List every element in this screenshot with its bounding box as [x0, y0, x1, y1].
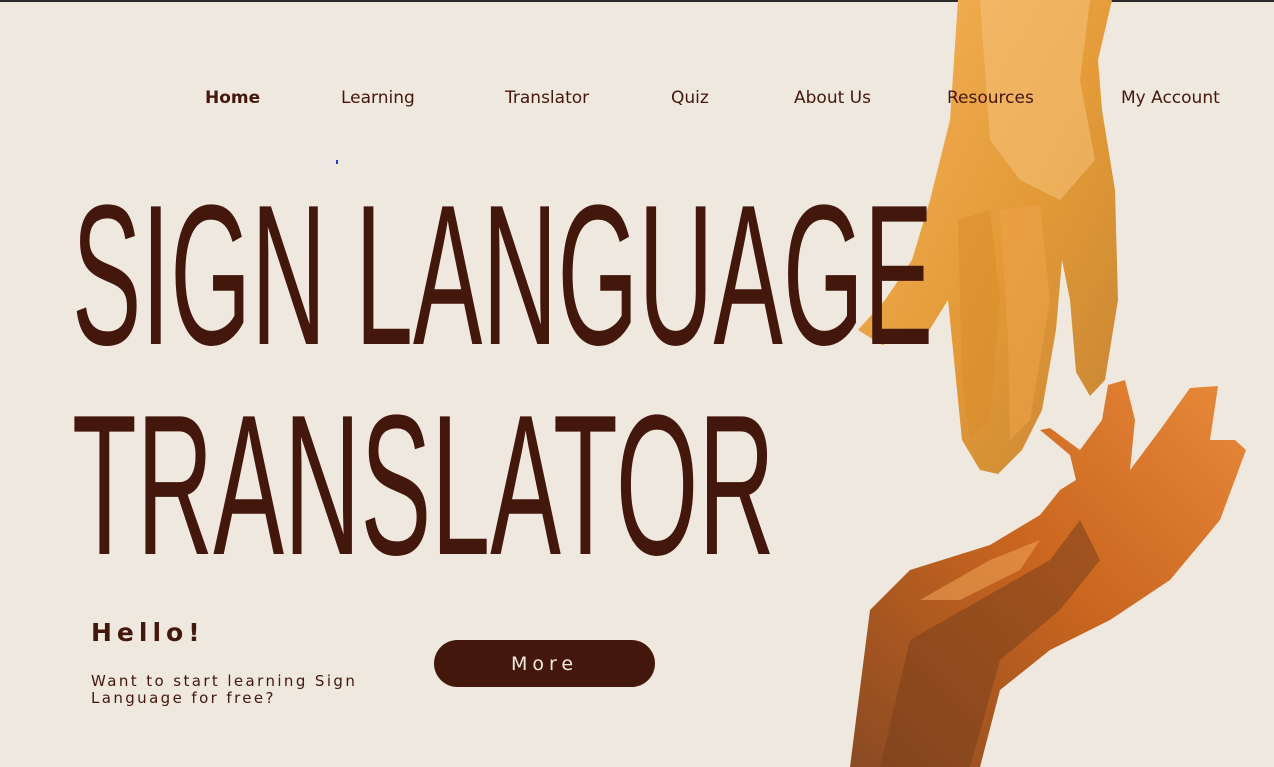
nav-my-account[interactable]: My Account	[1121, 88, 1220, 108]
intro-tagline: Want to start learning Sign Language for…	[91, 672, 358, 707]
hero-title-line-1: SIGN LANGUAGE	[72, 164, 934, 387]
nav-translator[interactable]: Translator	[505, 88, 589, 108]
greeting-heading: Hello!	[91, 618, 205, 647]
more-button[interactable]: More	[434, 640, 655, 687]
nav-about-us[interactable]: About Us	[794, 88, 871, 108]
nav-quiz[interactable]: Quiz	[671, 88, 709, 108]
main-nav: Home Learning Translator Quiz About Us R…	[0, 88, 1274, 112]
nav-resources[interactable]: Resources	[947, 88, 1034, 108]
nav-home[interactable]: Home	[205, 88, 260, 108]
nav-learning[interactable]: Learning	[341, 88, 415, 108]
hero-title-line-2: TRANSLATOR	[72, 374, 775, 597]
